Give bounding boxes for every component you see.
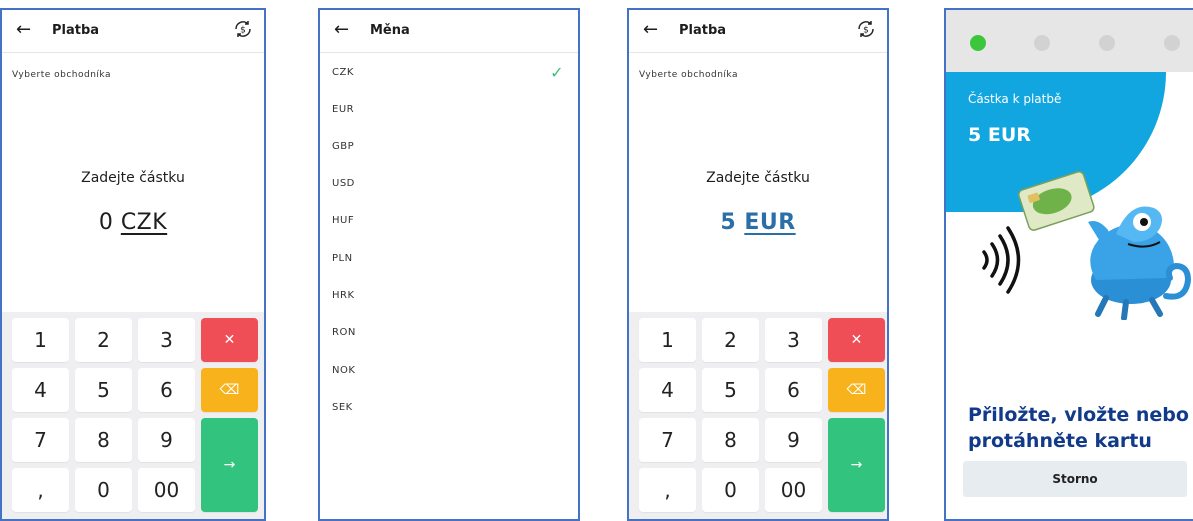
merchant-select[interactable]: Vyberte obchodníka bbox=[639, 70, 738, 80]
currency-item-huf[interactable]: HUF bbox=[332, 210, 566, 230]
back-arrow-icon[interactable]: ← bbox=[334, 19, 349, 41]
back-arrow-icon[interactable]: ← bbox=[16, 19, 31, 41]
key-00[interactable]: 00 bbox=[138, 468, 195, 512]
key-comma[interactable]: , bbox=[12, 468, 69, 512]
currency-label: GBP bbox=[332, 140, 355, 152]
currency-label: NOK bbox=[332, 364, 356, 376]
key-7[interactable]: 7 bbox=[639, 418, 696, 462]
page-title: Měna bbox=[370, 23, 410, 38]
key-6[interactable]: 6 bbox=[138, 368, 195, 412]
contactless-icon bbox=[982, 226, 1021, 294]
currency-label: PLN bbox=[332, 252, 353, 264]
amount-display: 0 CZK bbox=[2, 210, 264, 235]
key-4[interactable]: 4 bbox=[12, 368, 69, 412]
check-icon: ✓ bbox=[550, 63, 564, 82]
clear-button[interactable]: ✕ bbox=[828, 318, 885, 362]
status-dot bbox=[1034, 35, 1050, 51]
currency-label: USD bbox=[332, 177, 355, 189]
currency-item-sek[interactable]: SEK bbox=[332, 397, 566, 417]
status-dot-active bbox=[970, 35, 986, 51]
currency-exchange-icon[interactable]: $ bbox=[232, 18, 254, 40]
page-title: Platba bbox=[679, 23, 727, 38]
key-3[interactable]: 3 bbox=[765, 318, 822, 362]
key-7[interactable]: 7 bbox=[12, 418, 69, 462]
currency-selector[interactable]: CZK bbox=[121, 210, 167, 235]
currency-item-czk[interactable]: CZK ✓ bbox=[332, 62, 566, 82]
backspace-button[interactable]: ⌫ bbox=[201, 368, 258, 412]
currency-label: HRK bbox=[332, 289, 355, 301]
key-2[interactable]: 2 bbox=[75, 318, 132, 362]
currency-label: EUR bbox=[332, 103, 355, 115]
currency-exchange-icon[interactable]: $ bbox=[855, 18, 877, 40]
top-bar: ← Měna bbox=[320, 10, 578, 53]
confirm-button[interactable]: → bbox=[828, 418, 885, 512]
key-00[interactable]: 00 bbox=[765, 468, 822, 512]
key-6[interactable]: 6 bbox=[765, 368, 822, 412]
top-bar: ← Platba $ bbox=[2, 10, 264, 53]
key-0[interactable]: 0 bbox=[702, 468, 759, 512]
key-8[interactable]: 8 bbox=[702, 418, 759, 462]
key-2[interactable]: 2 bbox=[702, 318, 759, 362]
currency-label: CZK bbox=[332, 66, 354, 78]
page-title: Platba bbox=[52, 23, 100, 38]
currency-select-screen: ← Měna CZK ✓ EUR GBP USD HUF PLN HRK RON… bbox=[318, 8, 580, 521]
currency-item-ron[interactable]: RON bbox=[332, 322, 566, 342]
clear-button[interactable]: ✕ bbox=[201, 318, 258, 362]
status-bar bbox=[946, 10, 1193, 72]
currency-item-pln[interactable]: PLN bbox=[332, 248, 566, 268]
status-dot bbox=[1164, 35, 1180, 51]
cancel-button[interactable]: Storno bbox=[963, 461, 1187, 497]
currency-item-hrk[interactable]: HRK bbox=[332, 285, 566, 305]
top-bar: ← Platba $ bbox=[629, 10, 887, 53]
currency-item-usd[interactable]: USD bbox=[332, 173, 566, 193]
amount-display: 5 EUR bbox=[629, 210, 887, 235]
merchant-select[interactable]: Vyberte obchodníka bbox=[12, 70, 111, 80]
key-8[interactable]: 8 bbox=[75, 418, 132, 462]
status-dot bbox=[1099, 35, 1115, 51]
currency-label: HUF bbox=[332, 214, 355, 226]
keypad: 1 2 3 ✕ 4 5 6 ⌫ 7 8 9 → , 0 00 bbox=[2, 312, 264, 519]
amount-prompt: Zadejte částku bbox=[81, 170, 185, 186]
backspace-button[interactable]: ⌫ bbox=[828, 368, 885, 412]
amount-label: Částka k platbě bbox=[968, 92, 1062, 106]
currency-selector[interactable]: EUR bbox=[744, 210, 795, 235]
amount-value: 0 bbox=[98, 210, 114, 235]
key-0[interactable]: 0 bbox=[75, 468, 132, 512]
key-9[interactable]: 9 bbox=[765, 418, 822, 462]
currency-label: SEK bbox=[332, 401, 353, 413]
currency-label: RON bbox=[332, 326, 356, 338]
key-3[interactable]: 3 bbox=[138, 318, 195, 362]
key-comma[interactable]: , bbox=[639, 468, 696, 512]
key-9[interactable]: 9 bbox=[138, 418, 195, 462]
svg-text:$: $ bbox=[240, 26, 246, 36]
amount-value: 5 bbox=[720, 210, 737, 235]
card-payment-screen: Částka k platbě 5 EUR Přiložte, vložte n… bbox=[944, 8, 1193, 521]
confirm-button[interactable]: → bbox=[201, 418, 258, 512]
key-5[interactable]: 5 bbox=[75, 368, 132, 412]
currency-item-eur[interactable]: EUR bbox=[332, 99, 566, 119]
key-1[interactable]: 1 bbox=[639, 318, 696, 362]
payment-amount: 5 EUR bbox=[968, 124, 1031, 146]
payment-screen-amount: ← Platba $ Vyberte obchodníka Zadejte čá… bbox=[627, 8, 889, 521]
payment-screen-empty: ← Platba $ Vyberte obchodníka Zadejte čá… bbox=[0, 8, 266, 521]
svg-text:$: $ bbox=[863, 26, 869, 36]
key-4[interactable]: 4 bbox=[639, 368, 696, 412]
key-1[interactable]: 1 bbox=[12, 318, 69, 362]
amount-prompt: Zadejte částku bbox=[706, 170, 810, 186]
card-instruction: Přiložte, vložte nebo protáhněte kartu bbox=[968, 404, 1189, 452]
key-5[interactable]: 5 bbox=[702, 368, 759, 412]
currency-item-nok[interactable]: NOK bbox=[332, 360, 566, 380]
back-arrow-icon[interactable]: ← bbox=[643, 19, 658, 41]
currency-item-gbp[interactable]: GBP bbox=[332, 136, 566, 156]
keypad: 1 2 3 ✕ 4 5 6 ⌫ 7 8 9 → , 0 00 bbox=[629, 312, 887, 519]
chameleon-mascot-illustration bbox=[982, 171, 1192, 320]
